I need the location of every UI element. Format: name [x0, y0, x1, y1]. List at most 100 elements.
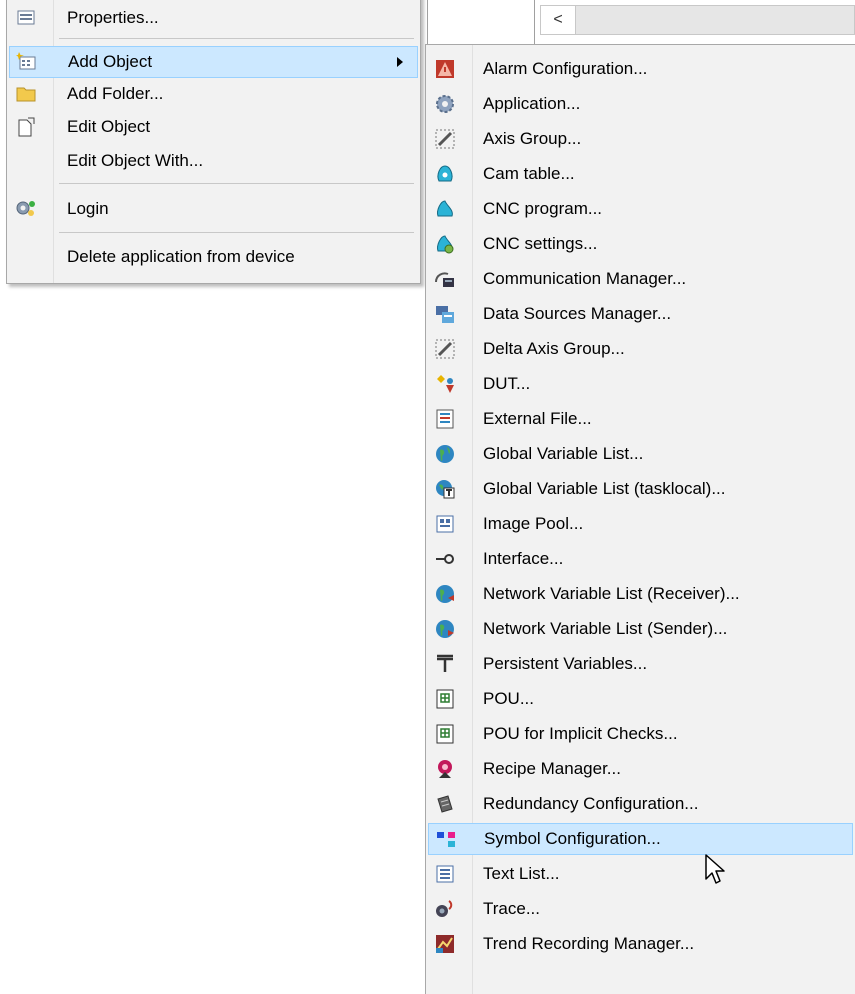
trend-icon [436, 935, 454, 953]
cnc-program-icon [437, 200, 453, 217]
axis-group-icon [435, 129, 455, 149]
submenu-item-redundancy-configuration[interactable]: Redundancy Configuration... [428, 788, 853, 820]
menu-item-label: CNC settings... [483, 234, 598, 253]
menu-item-label: Alarm Configuration... [483, 59, 648, 78]
menu-item-label: Communication Manager... [483, 269, 687, 288]
menu-item-label: Persistent Variables... [483, 654, 648, 673]
submenu-item-dut[interactable]: DUT... [428, 368, 853, 400]
add-object-submenu: Alarm Configuration... Application... Ax… [425, 44, 855, 994]
context-menu: Properties... Add Object Add Folder... E… [6, 0, 421, 284]
menu-item-label: Image Pool... [483, 514, 584, 533]
menu-item-label: Symbol Configuration... [484, 829, 661, 848]
menu-item-label: Global Variable List... [483, 444, 644, 463]
trace-icon [436, 900, 453, 917]
globe-task-icon [436, 480, 455, 499]
menu-item-label: Recipe Manager... [483, 759, 621, 778]
submenu-item-image-pool[interactable]: Image Pool... [428, 508, 853, 540]
submenu-item-global-variable-list[interactable]: Global Variable List... [428, 438, 853, 470]
submenu-item-recipe-manager[interactable]: Recipe Manager... [428, 753, 853, 785]
menu-item-label: Delta Axis Group... [483, 339, 625, 358]
communication-icon [435, 272, 454, 287]
submenu-item-external-file[interactable]: External File... [428, 403, 853, 435]
pou-icon [436, 689, 454, 709]
image-pool-icon [436, 515, 454, 533]
application-gear-icon [436, 95, 454, 113]
submenu-item-text-list[interactable]: Text List... [428, 858, 853, 890]
menu-item-label: Interface... [483, 549, 564, 568]
menu-item-label: Cam table... [483, 164, 575, 183]
menu-item-edit-object[interactable]: Edit Object [9, 111, 418, 143]
network-globe-icon [436, 620, 454, 638]
menu-item-label: Add Folder... [67, 84, 164, 103]
menu-item-label: Network Variable List (Sender)... [483, 619, 728, 638]
menu-item-add-object[interactable]: Add Object [9, 46, 418, 78]
menu-item-edit-object-with[interactable]: Edit Object With... [9, 145, 418, 177]
menu-item-label: CNC program... [483, 199, 603, 218]
menu-item-label: Application... [483, 94, 581, 113]
menu-item-add-folder[interactable]: Add Folder... [9, 78, 418, 110]
recipe-icon [438, 760, 452, 778]
submenu-item-symbol-configuration[interactable]: Symbol Configuration... [428, 823, 853, 855]
submenu-item-network-variable-list-receiver[interactable]: Network Variable List (Receiver)... [428, 578, 853, 610]
submenu-item-global-variable-list-tasklocal[interactable]: Global Variable List (tasklocal)... [428, 473, 853, 505]
menu-item-label: Trace... [483, 899, 540, 918]
submenu-item-pou-implicit-checks[interactable]: POU for Implicit Checks... [428, 718, 853, 750]
submenu-item-cnc-settings[interactable]: CNC settings... [428, 228, 853, 260]
menu-item-label: Data Sources Manager... [483, 304, 672, 323]
menu-item-label: Global Variable List (tasklocal)... [483, 479, 726, 498]
menu-item-login[interactable]: Login [9, 193, 418, 225]
menu-item-label: Edit Object [67, 117, 151, 136]
redundancy-icon [437, 795, 453, 813]
submenu-item-application[interactable]: Application... [428, 88, 853, 120]
horizontal-scrollbar[interactable]: < [540, 5, 855, 35]
symbol-config-icon [437, 832, 455, 847]
alarm-icon [436, 60, 454, 78]
text-list-icon [436, 865, 454, 883]
add-object-icon [16, 52, 36, 70]
submenu-item-axis-group[interactable]: Axis Group... [428, 123, 853, 155]
submenu-item-interface[interactable]: Interface... [428, 543, 853, 575]
submenu-item-cnc-program[interactable]: CNC program... [428, 193, 853, 225]
submenu-item-communication-manager[interactable]: Communication Manager... [428, 263, 853, 295]
menu-item-label: Redundancy Configuration... [483, 794, 699, 813]
submenu-item-pou[interactable]: POU... [428, 683, 853, 715]
window-divider [534, 0, 535, 44]
interface-icon [436, 554, 454, 564]
menu-item-properties[interactable]: Properties... [9, 2, 418, 34]
submenu-item-delta-axis-group[interactable]: Delta Axis Group... [428, 333, 853, 365]
network-globe-icon [436, 585, 454, 603]
menu-item-label: Trend Recording Manager... [483, 934, 695, 953]
menu-item-label: Login [67, 199, 109, 218]
menu-item-label: POU... [483, 689, 535, 708]
menu-item-label: POU for Implicit Checks... [483, 724, 678, 743]
submenu-item-alarm-configuration[interactable]: Alarm Configuration... [428, 53, 853, 85]
dut-icon [437, 375, 454, 393]
menu-item-delete-application[interactable]: Delete application from device [9, 241, 418, 273]
menu-item-label: Properties... [67, 8, 159, 27]
submenu-item-network-variable-list-sender[interactable]: Network Variable List (Sender)... [428, 613, 853, 645]
submenu-item-persistent-variables[interactable]: Persistent Variables... [428, 648, 853, 680]
mouse-cursor-icon [705, 854, 725, 884]
delta-axis-icon [435, 339, 455, 359]
submenu-item-data-sources-manager[interactable]: Data Sources Manager... [428, 298, 853, 330]
menu-separator [59, 183, 414, 184]
submenu-item-trend-recording-manager[interactable]: Trend Recording Manager... [428, 928, 853, 960]
menu-item-label: Text List... [483, 864, 560, 883]
menu-item-label: Axis Group... [483, 129, 582, 148]
external-file-icon [436, 409, 454, 429]
edit-object-icon [18, 117, 35, 137]
menu-item-label: Delete application from device [67, 247, 295, 266]
submenu-item-trace[interactable]: Trace... [428, 893, 853, 925]
globe-icon [436, 445, 454, 463]
menu-item-label: DUT... [483, 374, 531, 393]
pou-icon [436, 724, 454, 744]
persistent-icon [437, 654, 453, 672]
menu-separator [59, 232, 414, 233]
menu-item-label: Network Variable List (Receiver)... [483, 584, 740, 603]
properties-icon [17, 10, 35, 25]
menu-item-label: Add Object [68, 52, 153, 71]
scroll-left-button[interactable]: < [541, 6, 576, 34]
submenu-item-cam-table[interactable]: Cam table... [428, 158, 853, 190]
data-sources-icon [436, 306, 454, 323]
folder-icon [16, 87, 36, 102]
